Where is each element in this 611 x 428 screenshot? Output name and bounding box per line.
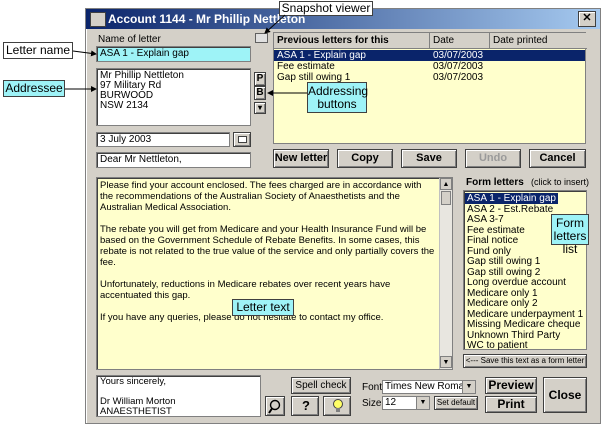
callout-arrows [65,14,307,96]
